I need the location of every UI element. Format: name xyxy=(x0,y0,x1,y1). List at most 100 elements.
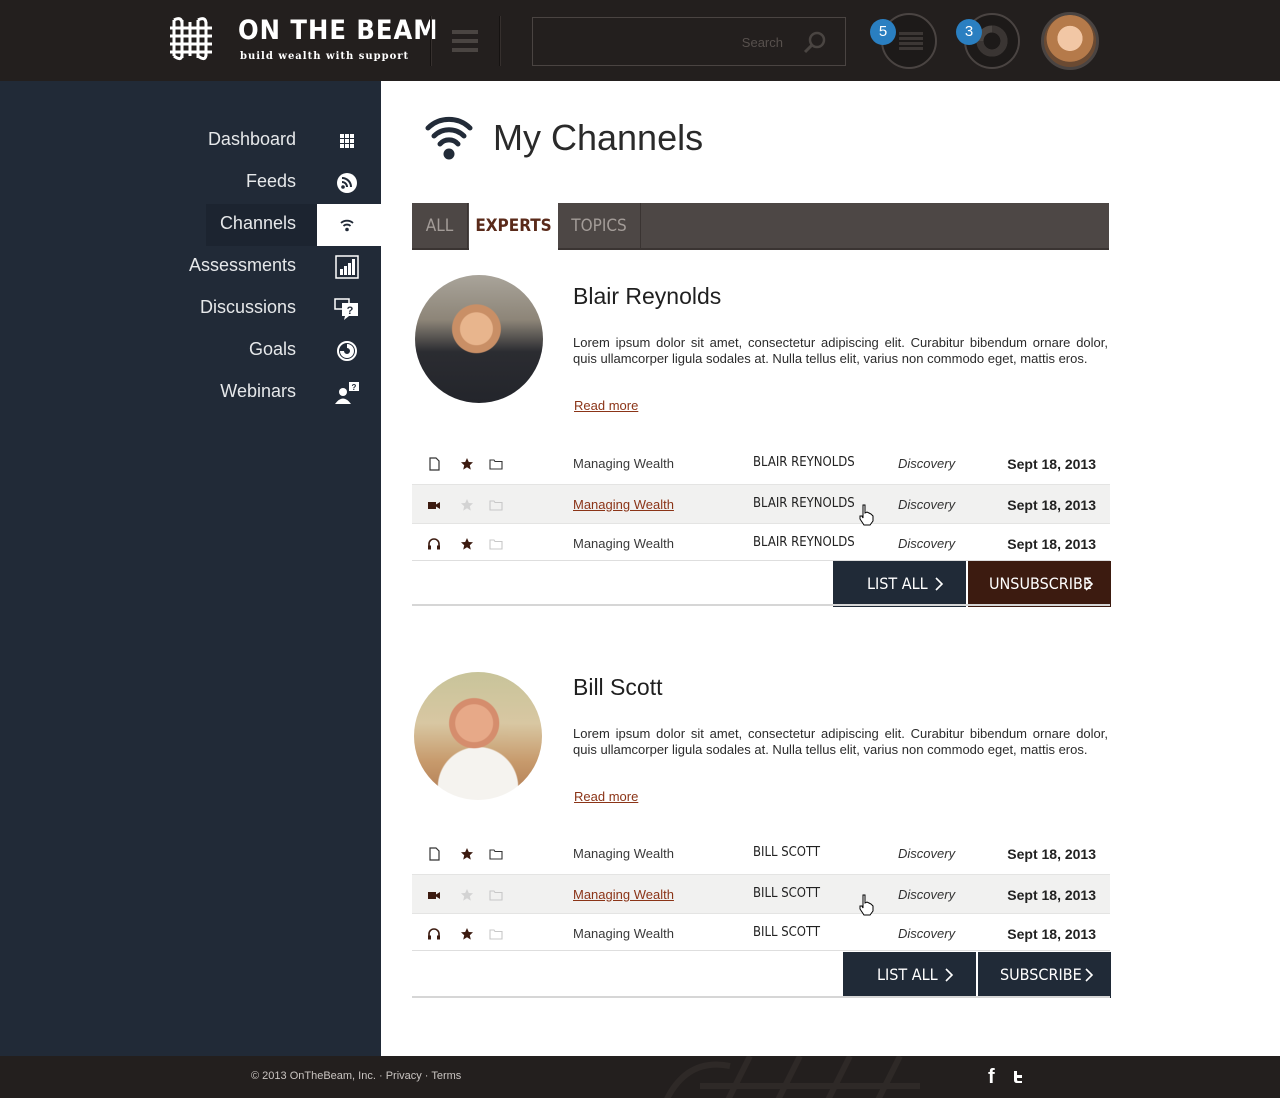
sidebar-item-assessments[interactable]: Assessments xyxy=(0,246,381,288)
svg-text:?: ? xyxy=(352,383,357,392)
star-icon[interactable] xyxy=(460,847,474,861)
divider xyxy=(412,996,1110,998)
watermark-knot-icon xyxy=(664,1056,920,1098)
twitter-icon[interactable] xyxy=(1011,1070,1025,1084)
sidebar-item-label: Assessments xyxy=(188,255,296,275)
expert-name[interactable]: Blair Reynolds xyxy=(573,283,721,310)
unsubscribe-button[interactable]: UNSUBSCRIBE xyxy=(968,561,1111,607)
video-icon xyxy=(428,502,440,509)
row-author: BILL SCOTT xyxy=(753,886,821,901)
folder-icon[interactable] xyxy=(489,847,503,861)
row-author: BLAIR REYNOLDS xyxy=(753,496,855,511)
star-icon[interactable] xyxy=(460,457,474,471)
row-topic[interactable]: Managing Wealth xyxy=(573,536,674,551)
video-icon xyxy=(428,892,440,899)
chevron-right-icon xyxy=(945,968,954,982)
tab-all[interactable]: ALL xyxy=(412,203,468,250)
sidebar-item-webinars[interactable]: Webinars ? xyxy=(0,372,381,414)
brand-tagline: build wealth with support xyxy=(240,51,410,62)
expert-name[interactable]: Bill Scott xyxy=(573,674,662,701)
search-input[interactable] xyxy=(543,26,783,58)
privacy-link[interactable]: Privacy xyxy=(386,1070,422,1082)
expert-photo[interactable] xyxy=(415,275,543,403)
divider xyxy=(499,16,501,66)
sidebar-item-label: Channels xyxy=(219,213,296,233)
row-topic[interactable]: Managing Wealth xyxy=(573,497,674,512)
grid-icon xyxy=(340,134,354,148)
sidebar-item-feeds[interactable]: Feeds xyxy=(0,162,381,204)
star-icon[interactable] xyxy=(460,498,474,512)
sidebar-item-goals[interactable]: Goals xyxy=(0,330,381,372)
copyright-text: © 2013 OnTheBeam, Inc. xyxy=(251,1070,376,1082)
row-author: BLAIR REYNOLDS xyxy=(753,535,855,550)
sidebar-item-discussions[interactable]: Discussions ? xyxy=(0,288,381,330)
row-topic[interactable]: Managing Wealth xyxy=(573,887,674,902)
terms-link[interactable]: Terms xyxy=(431,1070,461,1082)
row-date: Sept 18, 2013 xyxy=(1007,536,1096,552)
list-all-button[interactable]: LIST ALL xyxy=(833,561,966,607)
row-category: Discovery xyxy=(898,456,956,471)
audio-icon xyxy=(428,538,440,550)
sidebar-item-label: Dashboard xyxy=(207,129,296,149)
presenter-icon: ? xyxy=(335,382,359,404)
row-category: Discovery xyxy=(898,497,956,512)
star-icon[interactable] xyxy=(460,888,474,902)
star-icon[interactable] xyxy=(460,927,474,941)
read-more-link[interactable]: Read more xyxy=(574,789,638,804)
expert-photo[interactable] xyxy=(414,672,542,800)
hand-cursor-icon xyxy=(859,894,874,916)
audio-icon xyxy=(428,928,440,940)
table-row[interactable]: Managing Wealth BILL SCOTT Discovery Sep… xyxy=(412,914,1110,954)
table-row[interactable]: Managing Wealth BLAIR REYNOLDS Discovery… xyxy=(412,524,1110,564)
button-label: LIST ALL xyxy=(877,965,938,984)
row-category: Discovery xyxy=(898,926,956,941)
search-box xyxy=(532,17,846,66)
folder-icon[interactable] xyxy=(489,888,503,902)
sidebar: Dashboard Feeds Channels Assessments Dis… xyxy=(0,81,381,1056)
sidebar-item-label: Feeds xyxy=(245,171,296,191)
subscribe-button[interactable]: SUBSCRIBE xyxy=(978,952,1111,998)
brand-title: ON THE BEAM xyxy=(238,15,439,46)
divider xyxy=(412,604,1110,606)
folder-icon[interactable] xyxy=(489,498,503,512)
search-icon[interactable] xyxy=(803,31,827,55)
hamburger-menu-icon[interactable] xyxy=(452,30,478,52)
progress-count-badge: 3 xyxy=(956,19,982,45)
folder-icon[interactable] xyxy=(489,537,503,551)
footer: © 2013 OnTheBeam, Inc. · Privacy · Terms… xyxy=(0,1056,1280,1098)
list-all-button[interactable]: LIST ALL xyxy=(843,952,976,998)
row-date: Sept 18, 2013 xyxy=(1007,887,1096,903)
facebook-icon[interactable]: f xyxy=(988,1066,995,1089)
divider xyxy=(430,16,432,66)
folder-icon[interactable] xyxy=(489,927,503,941)
channel-tabs: ALL EXPERTS TOPICS xyxy=(412,203,1109,252)
tab-experts[interactable]: EXPERTS xyxy=(469,203,558,252)
top-bar: ON THE BEAM build wealth with support 5 … xyxy=(0,0,1280,81)
folder-icon[interactable] xyxy=(489,457,503,471)
row-category: Discovery xyxy=(898,846,956,861)
document-icon xyxy=(429,847,440,861)
tab-topics[interactable]: TOPICS xyxy=(558,203,641,250)
button-label: LIST ALL xyxy=(867,574,928,593)
table-row[interactable]: Managing Wealth BILL SCOTT Discovery Sep… xyxy=(412,834,1110,874)
logo-knot-icon[interactable] xyxy=(168,16,214,62)
sidebar-item-channels[interactable]: Channels xyxy=(0,204,381,246)
separator: · xyxy=(421,1070,432,1082)
row-category: Discovery xyxy=(898,536,956,551)
star-icon[interactable] xyxy=(460,537,474,551)
separator: · xyxy=(375,1070,386,1082)
button-label: UNSUBSCRIBE xyxy=(989,574,1092,593)
table-row[interactable]: Managing Wealth BLAIR REYNOLDS Discovery… xyxy=(412,444,1110,484)
user-avatar[interactable] xyxy=(1041,12,1099,70)
row-topic[interactable]: Managing Wealth xyxy=(573,456,674,471)
read-more-link[interactable]: Read more xyxy=(574,398,638,413)
row-date: Sept 18, 2013 xyxy=(1007,926,1096,942)
rss-icon xyxy=(337,173,357,193)
hand-cursor-icon xyxy=(859,504,874,526)
sidebar-item-dashboard[interactable]: Dashboard xyxy=(0,120,381,162)
sidebar-item-label: Goals xyxy=(248,339,296,359)
table-row[interactable]: Managing Wealth BILL SCOTT Discovery Sep… xyxy=(412,874,1110,916)
row-topic[interactable]: Managing Wealth xyxy=(573,846,674,861)
table-row[interactable]: Managing Wealth BLAIR REYNOLDS Discovery… xyxy=(412,484,1110,526)
row-topic[interactable]: Managing Wealth xyxy=(573,926,674,941)
